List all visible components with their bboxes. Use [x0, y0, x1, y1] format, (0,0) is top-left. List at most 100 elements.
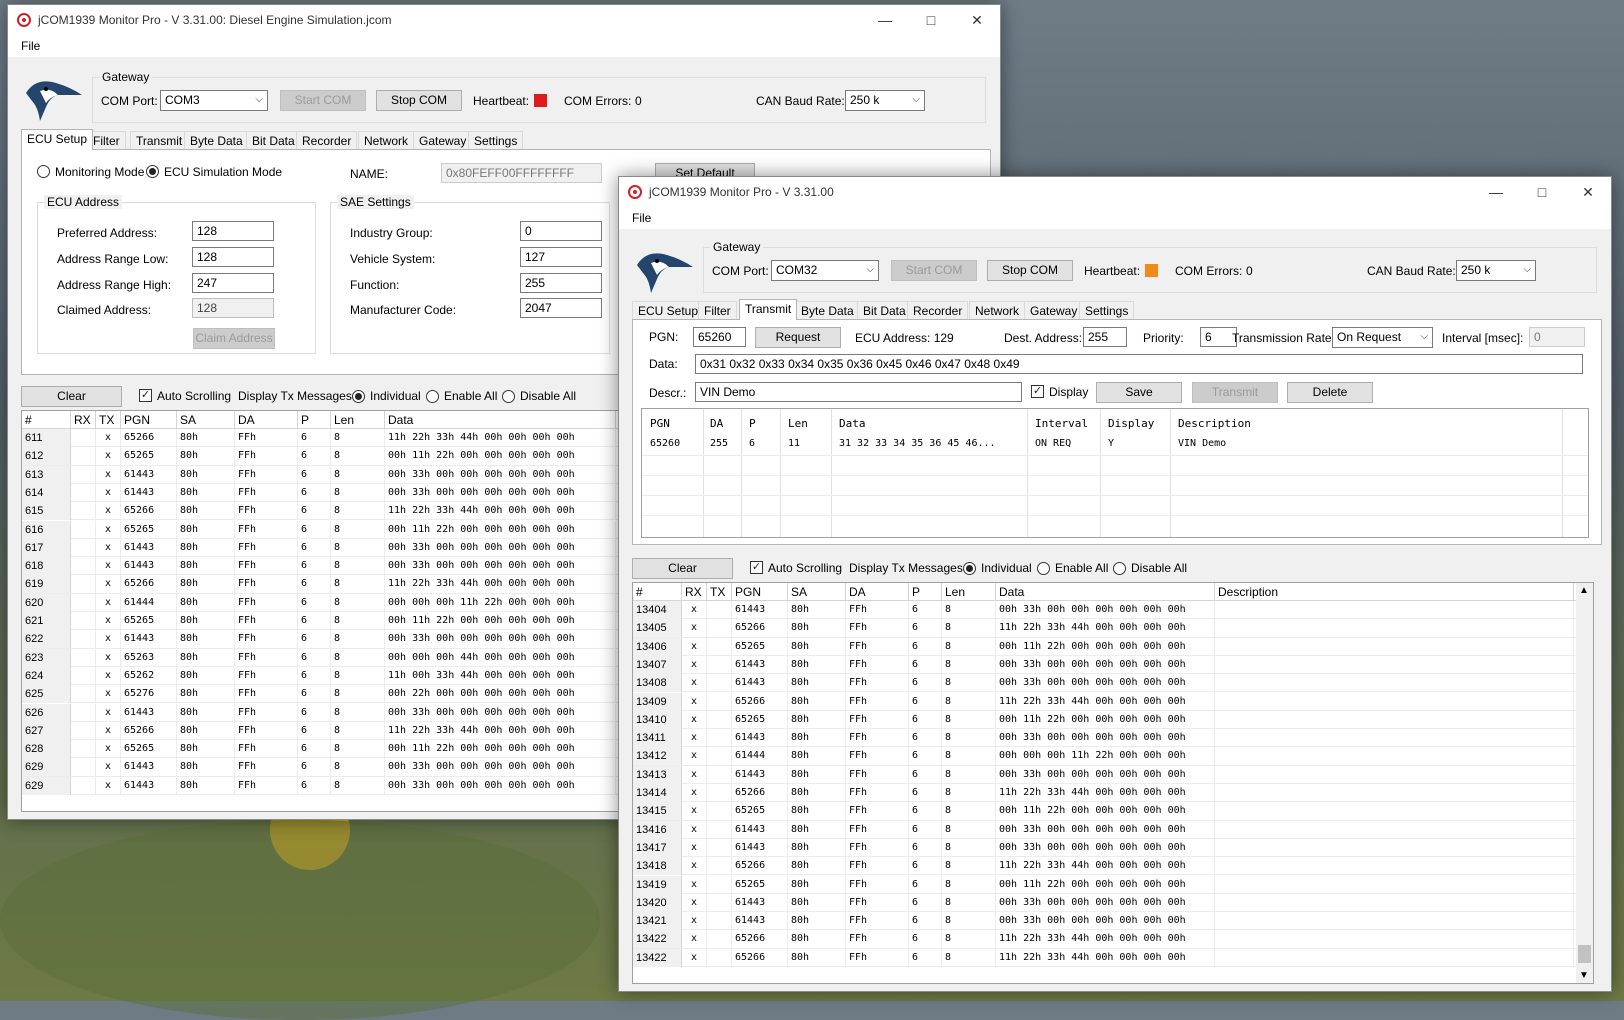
can-baud-rate-select[interactable]: 250 k ⌵: [1456, 260, 1536, 281]
clear-button[interactable]: Clear: [21, 386, 122, 407]
save-button[interactable]: Save: [1096, 382, 1182, 403]
tab-settings[interactable]: Settings: [1079, 301, 1135, 319]
data-field[interactable]: 0x31 0x32 0x33 0x34 0x35 0x36 0x45 0x46 …: [695, 354, 1583, 374]
clear-button[interactable]: Clear: [632, 558, 733, 579]
table-row[interactable]: 13407 x 61443 80h FFh 6 8 00h 33h 00h 00h 00h 0…: [633, 655, 1593, 675]
column-header[interactable]: Len: [331, 411, 385, 429]
tab-bit-data[interactable]: Bit Data: [857, 301, 912, 319]
disable-all-radio[interactable]: [1113, 562, 1126, 575]
tab-settings[interactable]: Settings: [468, 131, 524, 149]
table-row[interactable]: 13404 x 61443 80h FFh 6 8 00h 33h 00h 00h 00h 0…: [633, 601, 1593, 620]
table-row[interactable]: 13422 x 65266 80h FFh 6 8 11h 22h 33h 44h 00h 0…: [633, 930, 1593, 949]
column-header[interactable]: PGN: [121, 411, 177, 429]
tab-gateway[interactable]: Gateway: [1024, 301, 1084, 319]
can-baud-rate-select[interactable]: 250 k ⌵: [845, 90, 925, 111]
column-header[interactable]: #: [633, 583, 682, 601]
dest-address-field[interactable]: 255: [1083, 327, 1127, 347]
close-icon[interactable]: ✕: [1565, 177, 1611, 207]
enable-all-radio[interactable]: [426, 390, 439, 403]
column-header[interactable]: TX: [707, 583, 732, 601]
tab-filter[interactable]: Filter: [698, 301, 737, 319]
menu-file[interactable]: File: [632, 211, 651, 225]
individual-radio[interactable]: [963, 562, 976, 575]
column-header[interactable]: PGN: [732, 583, 788, 601]
interval-field[interactable]: 0: [1529, 327, 1585, 347]
scroll-thumb[interactable]: [1578, 945, 1591, 963]
column-header[interactable]: #: [22, 411, 71, 429]
tab-transmit[interactable]: Transmit: [130, 131, 189, 149]
title-bar[interactable]: jCOM1939 Monitor Pro - V 3.31.00 — □ ✕: [619, 177, 1611, 207]
table-row[interactable]: 13421 x 61443 80h FFh 6 8 00h 33h 00h 00h 00h 0…: [633, 912, 1593, 931]
tab-gateway[interactable]: Gateway: [413, 131, 473, 149]
tab-transmit[interactable]: Transmit: [739, 299, 798, 320]
display-checkbox[interactable]: ✓: [1031, 385, 1044, 398]
table-row[interactable]: 13410 x 65265 80h FFh 6 8 00h 11h 22h 00h 00h 0…: [633, 710, 1593, 730]
claim-address-button[interactable]: Claim Address: [193, 328, 275, 349]
vertical-scrollbar[interactable]: ▲ ▼: [1576, 583, 1593, 983]
industry-group-field[interactable]: 0: [520, 221, 602, 241]
column-header[interactable]: SA: [788, 583, 846, 601]
table-row[interactable]: 13417 x 61443 80h FFh 6 8 00h 33h 00h 00h 00h 0…: [633, 838, 1593, 858]
column-header[interactable]: SA: [177, 411, 235, 429]
table-row[interactable]: 13418 x 65266 80h FFh 6 8 11h 22h 33h 44h 00h 0…: [633, 857, 1593, 876]
tab-ecu-setup[interactable]: ECU Setup: [21, 129, 94, 150]
disable-all-radio[interactable]: [502, 390, 515, 403]
stop-com-button[interactable]: Stop COM: [987, 260, 1073, 281]
table-row[interactable]: 13412 x 61444 80h FFh 6 8 00h 00h 00h 11h 22h 0…: [633, 747, 1593, 766]
column-header[interactable]: P: [298, 411, 331, 429]
table-row[interactable]: 13405 x 65266 80h FFh 6 8 11h 22h 33h 44h 00h 0…: [633, 619, 1593, 638]
monitoring-mode-radio[interactable]: [37, 165, 50, 178]
request-button[interactable]: Request: [755, 327, 841, 348]
column-header[interactable]: Description: [1215, 583, 1574, 601]
column-header[interactable]: Data: [385, 411, 616, 429]
column-header[interactable]: DA: [235, 411, 298, 429]
table-row[interactable]: 13419 x 65265 80h FFh 6 8 00h 11h 22h 00h 00h 0…: [633, 875, 1593, 894]
transmission-rate-select[interactable]: On Request ⌵: [1332, 327, 1433, 348]
message-grid[interactable]: # RX TX PGN SA DA P Len Data Description 13404 x 61…: [632, 582, 1594, 984]
vehicle-system-field[interactable]: 127: [520, 247, 602, 267]
column-header[interactable]: TX: [96, 411, 121, 429]
close-icon[interactable]: ✕: [954, 5, 1000, 35]
transmit-button[interactable]: Transmit: [1192, 382, 1278, 403]
column-header[interactable]: Data: [996, 583, 1215, 601]
column-header[interactable]: Len: [942, 583, 996, 601]
tab-byte-data[interactable]: Byte Data: [184, 131, 249, 149]
scroll-up-icon[interactable]: ▲: [1579, 585, 1589, 596]
tab-byte-data[interactable]: Byte Data: [795, 301, 860, 319]
start-com-button[interactable]: Start COM: [891, 260, 977, 281]
column-header[interactable]: RX: [682, 583, 707, 601]
table-row[interactable]: 13422 x 65266 80h FFh 6 8 11h 22h 33h 44h 00h 0…: [633, 948, 1593, 967]
column-header[interactable]: DA: [846, 583, 909, 601]
manufacturer-code-field[interactable]: 2047: [520, 298, 602, 318]
tab-recorder[interactable]: Recorder: [907, 301, 969, 319]
tab-ecu-setup[interactable]: ECU Setup: [632, 301, 705, 319]
enable-all-radio[interactable]: [1037, 562, 1050, 575]
table-row[interactable]: 13415 x 65265 80h FFh 6 8 00h 11h 22h 00h 00h 0…: [633, 802, 1593, 821]
tab-recorder[interactable]: Recorder: [296, 131, 358, 149]
transmit-list[interactable]: PGN DA P Len Data Interval Display Descr…: [641, 408, 1589, 538]
auto-scrolling-checkbox[interactable]: ✓: [750, 561, 763, 574]
table-row[interactable]: 13406 x 65265 80h FFh 6 8 00h 11h 22h 00h 00h 0…: [633, 637, 1593, 656]
minimize-icon[interactable]: —: [1473, 177, 1519, 207]
minimize-icon[interactable]: —: [862, 5, 908, 35]
stop-com-button[interactable]: Stop COM: [376, 90, 462, 111]
com-port-select[interactable]: COM32 ⌵: [771, 260, 879, 281]
tab-network[interactable]: Network: [358, 131, 415, 149]
title-bar[interactable]: jCOM1939 Monitor Pro - V 3.31.00: Diesel…: [8, 5, 1000, 35]
table-row[interactable]: 13413 x 61443 80h FFh 6 8 00h 33h 00h 00h 00h 0…: [633, 765, 1593, 784]
start-com-button[interactable]: Start COM: [280, 90, 366, 111]
menu-file[interactable]: File: [21, 39, 40, 53]
address-range-low-field[interactable]: 128: [192, 247, 274, 267]
maximize-icon[interactable]: □: [908, 5, 954, 35]
preferred-address-field[interactable]: 128: [192, 221, 274, 241]
column-header[interactable]: P: [909, 583, 942, 601]
table-row[interactable]: 13420 x 61443 80h FFh 6 8 00h 33h 00h 00h 00h 0…: [633, 893, 1593, 913]
table-row[interactable]: 13408 x 61443 80h FFh 6 8 00h 33h 00h 00h 00h 0…: [633, 674, 1593, 693]
table-row[interactable]: 13416 x 61443 80h FFh 6 8 00h 33h 00h 00h 00h 0…: [633, 820, 1593, 839]
table-row[interactable]: 13409 x 65266 80h FFh 6 8 11h 22h 33h 44h 00h 0…: [633, 692, 1593, 711]
maximize-icon[interactable]: □: [1519, 177, 1565, 207]
name-field[interactable]: 0x80FEFF00FFFFFFFF: [441, 163, 602, 183]
tab-network[interactable]: Network: [969, 301, 1026, 319]
com-port-select[interactable]: COM3 ⌵: [160, 90, 268, 111]
individual-radio[interactable]: [352, 390, 365, 403]
